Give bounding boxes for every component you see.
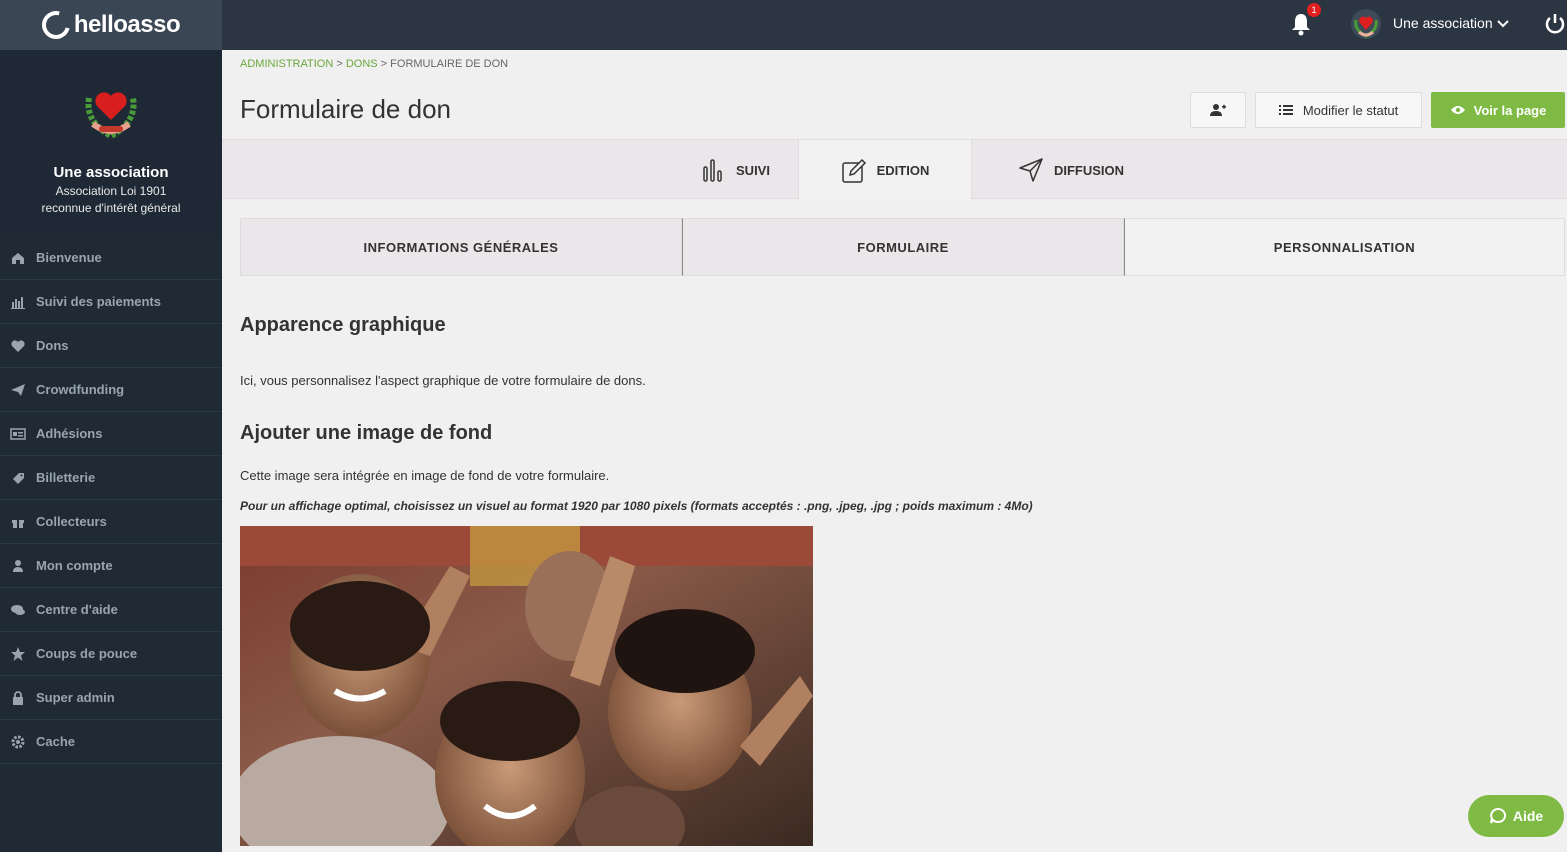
view-page-button[interactable]: Voir la page — [1431, 92, 1565, 128]
sidebar-item-super-admin[interactable]: Super admin — [0, 676, 222, 720]
tab-label: EDITION — [876, 163, 930, 178]
sidebar-item-label: Billetterie — [36, 470, 96, 485]
top-bar: helloasso 1 Une association — [0, 0, 1567, 50]
subtab-general-info[interactable]: INFORMATIONS GÉNÉRALES — [240, 218, 682, 276]
section-description-appearance: Ici, vous personnalisez l'aspect graphiq… — [240, 373, 646, 388]
image-format-note: Pour un affichage optimal, choisissez un… — [240, 499, 1033, 513]
sidebar-item-label: Bienvenue — [36, 250, 102, 265]
add-user-icon — [1210, 104, 1226, 116]
sidebar-item-cache[interactable]: Cache — [0, 720, 222, 764]
notification-badge: 1 — [1307, 3, 1321, 17]
sidebar-item-label: Adhésions — [36, 426, 103, 441]
main-content: ADMINISTRATION > DONS > FORMULAIRE DE DO… — [222, 50, 1567, 852]
sidebar-item-label: Dons — [36, 338, 69, 353]
org-logo — [85, 92, 137, 140]
gift-icon — [12, 519, 24, 528]
breadcrumb: ADMINISTRATION > DONS > FORMULAIRE DE DO… — [240, 58, 508, 70]
star-icon — [11, 646, 25, 661]
eye-icon — [1450, 106, 1465, 114]
sidebar-item-suivi-paiements[interactable]: Suivi des paiements — [0, 280, 222, 324]
sidebar-item-label: Crowdfunding — [36, 382, 125, 397]
bell-icon[interactable] — [1290, 12, 1312, 36]
tab-label: DIFFUSION — [1053, 162, 1125, 178]
logo-circle-icon — [36, 5, 76, 45]
sidebar-item-label: Mon compte — [36, 558, 113, 573]
main-tabs: SUIVI EDITION DIFFUSION — [222, 139, 1567, 201]
view-page-label: Voir la page — [1473, 102, 1547, 118]
sidebar-item-crowdfunding[interactable]: Crowdfunding — [0, 368, 222, 412]
id-card-icon — [10, 427, 26, 440]
chat-bubble-icon — [1489, 807, 1506, 824]
background-image-preview[interactable] — [240, 526, 813, 846]
sidebar-item-mon-compte[interactable]: Mon compte — [0, 544, 222, 588]
tab-edition[interactable]: EDITION — [798, 140, 972, 201]
section-description-background: Cette image sera intégrée en image de fo… — [240, 468, 610, 483]
org-recognition: reconnue d'intérêt général — [41, 201, 181, 215]
sidebar: Une association Association Loi 1901 rec… — [0, 50, 222, 852]
chat-icon — [11, 604, 25, 615]
brand-name: helloasso — [73, 11, 181, 38]
sidebar-item-coups-de-pouce[interactable]: Coups de pouce — [0, 632, 222, 676]
help-button[interactable]: Aide — [1468, 795, 1564, 837]
paper-plane-icon — [11, 383, 25, 396]
bar-chart-icon — [703, 159, 722, 182]
ticket-icon — [13, 472, 24, 484]
section-title-background: Ajouter une image de fond — [240, 422, 493, 444]
breadcrumb-dons[interactable]: DONS — [346, 58, 378, 70]
add-user-button[interactable] — [1190, 92, 1246, 128]
sidebar-item-label: Cache — [36, 734, 76, 749]
breadcrumb-separator: > — [333, 58, 346, 70]
subtab-form[interactable]: FORMULAIRE — [682, 218, 1124, 276]
user-menu-label[interactable]: Une association — [1393, 15, 1493, 31]
org-profile: Une association Association Loi 1901 rec… — [0, 50, 222, 236]
sidebar-item-centre-aide[interactable]: Centre d'aide — [0, 588, 222, 632]
help-label: Aide — [1512, 808, 1544, 824]
sidebar-item-adhesions[interactable]: Adhésions — [0, 412, 222, 456]
breadcrumb-administration[interactable]: ADMINISTRATION — [240, 58, 333, 70]
edition-subtabs: INFORMATIONS GÉNÉRALES FORMULAIRE PERSON… — [240, 218, 1565, 276]
sidebar-item-label: Collecteurs — [36, 514, 107, 529]
power-icon[interactable] — [1545, 12, 1565, 34]
sidebar-item-label: Coups de pouce — [36, 646, 138, 661]
tab-diffusion[interactable]: DIFFUSION — [972, 140, 1170, 200]
sidebar-item-billetterie[interactable]: Billetterie — [0, 456, 222, 500]
chevron-down-icon[interactable] — [1497, 17, 1509, 29]
org-avatar[interactable] — [1350, 8, 1382, 40]
bar-chart-icon — [11, 296, 25, 309]
user-icon — [13, 559, 23, 572]
sidebar-item-collecteurs[interactable]: Collecteurs — [0, 500, 222, 544]
list-icon — [1278, 105, 1293, 115]
heart-icon — [11, 339, 25, 352]
sidebar-item-label: Suivi des paiements — [36, 294, 161, 309]
sidebar-item-label: Super admin — [36, 690, 115, 705]
edit-icon — [841, 158, 866, 183]
brand-logo[interactable]: helloasso — [0, 0, 222, 50]
home-icon — [12, 252, 24, 264]
lock-icon — [13, 690, 23, 705]
modify-status-button[interactable]: Modifier le statut — [1255, 92, 1422, 128]
sidebar-nav: Bienvenue Suivi des paiements Dons Crowd… — [0, 236, 222, 764]
tab-suivi[interactable]: SUIVI — [672, 140, 798, 200]
org-name: Une association — [53, 164, 169, 181]
sidebar-item-label: Centre d'aide — [36, 602, 118, 617]
subtab-customization[interactable]: PERSONNALISATION — [1124, 218, 1565, 276]
section-title-appearance: Apparence graphique — [240, 314, 446, 336]
modify-status-label: Modifier le statut — [1302, 102, 1399, 118]
breadcrumb-current: FORMULAIRE DE DON — [390, 58, 509, 70]
org-legal-status: Association Loi 1901 — [55, 184, 167, 198]
sidebar-item-bienvenue[interactable]: Bienvenue — [0, 236, 222, 280]
paper-plane-icon — [1019, 158, 1043, 182]
sidebar-item-dons[interactable]: Dons — [0, 324, 222, 368]
tab-label: SUIVI — [736, 162, 770, 178]
gear-icon — [11, 735, 25, 748]
page-title: Formulaire de don — [240, 94, 451, 124]
breadcrumb-separator: > — [377, 58, 391, 70]
